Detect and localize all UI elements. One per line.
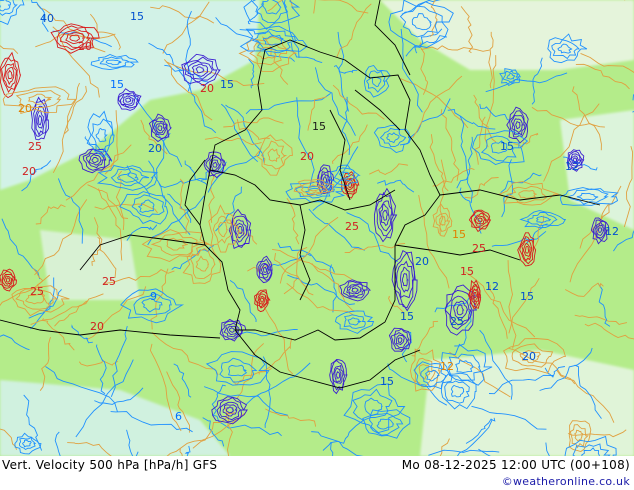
contour-label: 15 xyxy=(520,290,534,303)
contour-label: 12 xyxy=(485,280,499,293)
contour-label: 12 xyxy=(565,160,579,173)
footer-bar: Vert. Velocity 500 hPa [hPa/h] GFS Mo 08… xyxy=(0,456,634,490)
contour-label: 40 xyxy=(40,12,54,25)
contour-label: 12 xyxy=(605,225,619,238)
contour-label: 15 xyxy=(110,78,124,91)
contour-label: 6 xyxy=(175,410,182,423)
contour-label: 25 xyxy=(28,140,42,153)
contour-label: 15 xyxy=(312,120,326,133)
contour-label: 15 xyxy=(500,140,514,153)
contour-label: 20 xyxy=(415,255,429,268)
forecast-datetime: Mo 08-12-2025 12:00 UTC (00+108) xyxy=(401,458,630,472)
contour-label: 25 xyxy=(450,315,464,328)
map-canvas: 40 20 15 20 25 20 15 15 20 25 20 15 25 15 12 25 15 20 12 15… xyxy=(0,0,634,456)
contour-label: 15 xyxy=(400,310,414,323)
map-title: Vert. Velocity 500 hPa [hPa/h] GFS xyxy=(2,458,218,472)
contour-label: 9 xyxy=(150,290,157,303)
credit-link[interactable]: ©weatheronline.co.uk xyxy=(502,475,630,488)
contour-label: 20 xyxy=(22,165,36,178)
weather-map: 40 20 15 20 25 20 15 15 20 25 20 15 25 15 12 25 15 20 12 15… xyxy=(0,0,634,456)
contour-label: 15 xyxy=(380,375,394,388)
contour-label: 20 xyxy=(300,150,314,163)
contour-label: 25 xyxy=(472,242,486,255)
contour-label: 15 xyxy=(130,10,144,23)
contour-label: 25 xyxy=(30,285,44,298)
contour-label: 25 xyxy=(345,220,359,233)
contour-label: 15 xyxy=(452,228,466,241)
contour-label: 12 xyxy=(440,360,454,373)
contour-label: 20 xyxy=(522,350,536,363)
contour-label: 20 xyxy=(200,82,214,95)
contour-label: 20 xyxy=(148,142,162,155)
contour-label: 15 xyxy=(220,78,234,91)
contour-label: 20 xyxy=(78,40,92,53)
contour-label: 25 xyxy=(102,275,116,288)
contour-label: 20 xyxy=(90,320,104,333)
contour-label: 15 xyxy=(460,265,474,278)
contour-label: 20 xyxy=(18,102,32,115)
